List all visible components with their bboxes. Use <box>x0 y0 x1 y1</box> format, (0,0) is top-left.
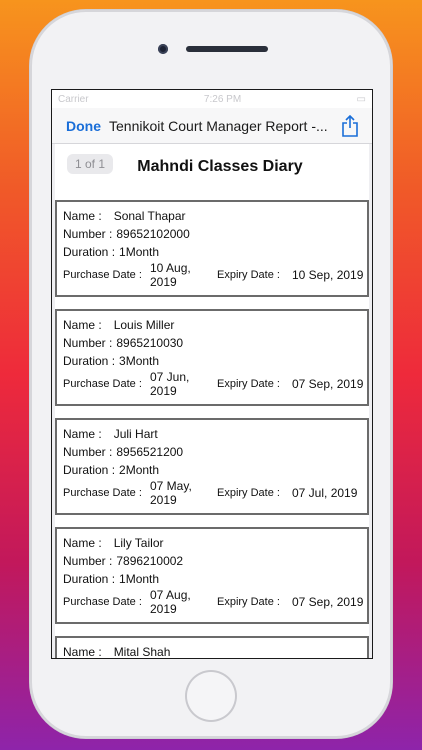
share-button[interactable] <box>338 114 362 138</box>
share-icon <box>342 114 358 137</box>
expiry-date-value: 07 Jul, 2019 <box>292 486 358 500</box>
entry-name-row: Name : Juli Hart <box>63 427 158 441</box>
entry-card: Name : Sonal Thapar Number :89652102000 D… <box>55 200 369 297</box>
expiry-date-label: Expiry Date : <box>217 487 280 499</box>
purchase-date-label: Purchase Date : <box>63 378 142 390</box>
entry-card: Name : Juli Hart Number :8956521200 Durat… <box>55 418 369 515</box>
duration-value: 1Month <box>119 245 160 259</box>
expiry-date-value: 10 Sep, 2019 <box>292 268 364 282</box>
entry-number-row: Number :8956521200 <box>63 445 183 459</box>
duration-value: 2Month <box>119 463 160 477</box>
number-value: 7896210002 <box>116 554 184 568</box>
duration-label: Duration : <box>63 245 116 259</box>
expiry-date-value: 07 Sep, 2019 <box>292 377 364 391</box>
duration-label: Duration : <box>63 354 116 368</box>
expiry-date-label: Expiry Date : <box>217 269 280 281</box>
name-value: Louis Miller <box>113 318 175 332</box>
entry-name-row: Name : Louis Miller <box>63 318 174 332</box>
entry-duration-row: Duration :3Month <box>63 354 159 368</box>
entry-duration-row: Duration :2Month <box>63 463 159 477</box>
entry-number-row: Number :89652102000 <box>63 227 190 241</box>
screen: Carrier 7:26 PM ▭ Done Tennikoit Court M… <box>51 89 373 659</box>
battery-icon: ▭ <box>356 93 366 105</box>
purchase-date-label: Purchase Date : <box>63 269 142 281</box>
entry-duration-row: Duration :1Month <box>63 245 159 259</box>
expiry-date-label: Expiry Date : <box>217 596 280 608</box>
entry-card: Name : Lily Tailor Number :7896210002 Dur… <box>55 527 369 624</box>
duration-value: 1Month <box>119 572 160 586</box>
earpiece-speaker <box>186 46 268 52</box>
name-label: Name : <box>63 427 102 441</box>
purchase-date-value: 07 Aug, 2019 <box>150 588 191 616</box>
status-time: 7:26 PM <box>203 93 242 105</box>
name-value: Sonal Thapar <box>113 209 186 223</box>
number-label: Number : <box>63 554 113 568</box>
status-bar: Carrier 7:26 PM ▭ <box>52 90 372 108</box>
home-button[interactable] <box>185 670 237 722</box>
number-label: Number : <box>63 227 113 241</box>
number-label: Number : <box>63 336 113 350</box>
purchase-date-label: Purchase Date : <box>63 487 142 499</box>
number-label: Number : <box>63 445 113 459</box>
navigation-bar: Done Tennikoit Court Manager Report -... <box>52 108 372 144</box>
report-title: Mahndi Classes Diary <box>137 158 303 175</box>
expiry-date-label: Expiry Date : <box>217 378 280 390</box>
nav-title: Tennikoit Court Manager Report -... <box>109 117 328 134</box>
name-label: Name : <box>63 536 102 550</box>
report-page: 1 of 1 Mahndi Classes Diary Name : Sonal … <box>55 144 369 658</box>
purchase-date-value: 10 Aug, 2019 <box>150 261 191 289</box>
entry-number-row: Number :8965210030 <box>63 336 183 350</box>
purchase-date-value: 07 May, 2019 <box>150 479 192 507</box>
name-label: Name : <box>63 209 102 223</box>
name-label: Name : <box>63 645 102 659</box>
duration-label: Duration : <box>63 572 116 586</box>
duration-value: 3Month <box>119 354 160 368</box>
document-viewer[interactable]: 1 of 1 Mahndi Classes Diary Name : Sonal … <box>52 144 372 658</box>
number-value: 89652102000 <box>116 227 190 241</box>
front-camera <box>158 44 168 54</box>
entry-number-row: Number :7896210002 <box>63 554 183 568</box>
number-value: 8956521200 <box>116 445 184 459</box>
expiry-date-value: 07 Sep, 2019 <box>292 595 364 609</box>
entry-duration-row: Duration :1Month <box>63 572 159 586</box>
number-value: 8965210030 <box>116 336 184 350</box>
entry-name-row: Name : Mital Shah <box>63 645 171 659</box>
purchase-date-label: Purchase Date : <box>63 596 142 608</box>
name-value: Juli Hart <box>113 427 158 441</box>
entry-name-row: Name : Sonal Thapar <box>63 209 186 223</box>
entry-card: Name : Louis Miller Number :8965210030 Du… <box>55 309 369 406</box>
name-value: Mital Shah <box>113 645 171 659</box>
done-button[interactable]: Done <box>66 118 101 134</box>
purchase-date-value: 07 Jun, 2019 <box>150 370 190 398</box>
entry-card: Name : Mital Shah <box>55 636 369 659</box>
entry-name-row: Name : Lily Tailor <box>63 536 164 550</box>
entry-list: Name : Sonal Thapar Number :89652102000 D… <box>55 200 369 659</box>
name-label: Name : <box>63 318 102 332</box>
duration-label: Duration : <box>63 463 116 477</box>
name-value: Lily Tailor <box>113 536 164 550</box>
carrier-label: Carrier <box>58 93 89 105</box>
